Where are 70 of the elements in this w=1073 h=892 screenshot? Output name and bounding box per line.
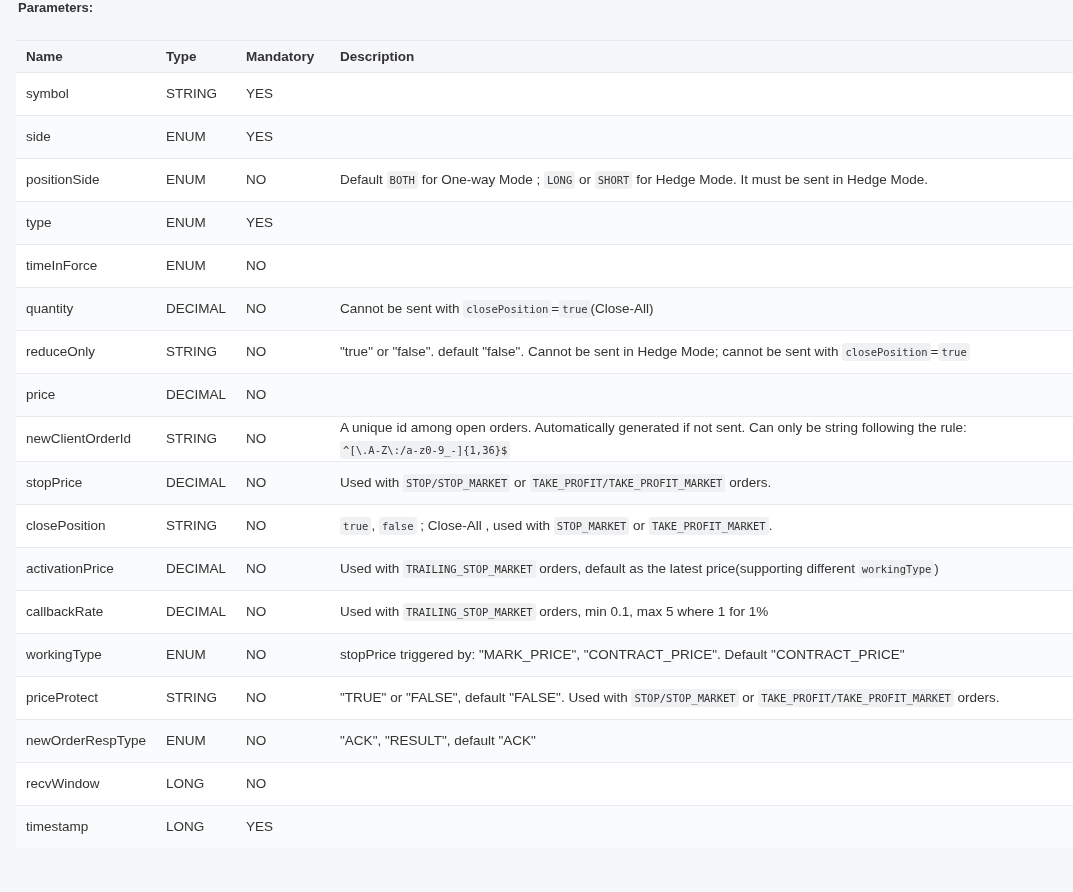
- table-cell: timeInForce: [16, 244, 157, 288]
- table-cell: DECIMAL: [156, 461, 237, 505]
- table-cell: YES: [236, 805, 331, 848]
- table-cell: newOrderRespType: [16, 719, 157, 763]
- table-cell: NO: [236, 158, 331, 202]
- table-cell: NO: [236, 287, 331, 331]
- table-cell: ENUM: [156, 201, 237, 245]
- table-cell: ENUM: [156, 244, 237, 288]
- table-cell: STRING: [156, 416, 237, 462]
- table-cell: DECIMAL: [156, 287, 237, 331]
- table-cell: side: [16, 115, 157, 159]
- table-cell: NO: [236, 719, 331, 763]
- table-cell: activationPrice: [16, 547, 157, 591]
- column-header: Description: [330, 40, 1073, 73]
- table-cell: NO: [236, 590, 331, 634]
- table-cell: DECIMAL: [156, 590, 237, 634]
- table-cell: "ACK", "RESULT", default "ACK": [330, 719, 1073, 763]
- table-cell: Used with STOP/STOP_MARKET or TAKE_PROFIT/TAKE_PROFIT_MARKET orders.: [330, 461, 1073, 505]
- table-cell: NO: [236, 461, 331, 505]
- section-heading: Parameters:: [17, 0, 95, 17]
- table-cell: newClientOrderId: [16, 416, 157, 462]
- table-cell: priceProtect: [16, 676, 157, 720]
- table-cell: ENUM: [156, 633, 237, 677]
- table-cell: NO: [236, 633, 331, 677]
- table-cell: A unique id among open orders. Automatically generated if not sent. Can only be string following the rule: ^[\.A-Z\:/a-z0-9_-]{1,36}$: [330, 416, 1073, 462]
- table-cell: YES: [236, 201, 331, 245]
- table-cell: STRING: [156, 72, 237, 116]
- table-cell: STRING: [156, 504, 237, 548]
- table-cell: timestamp: [16, 805, 157, 848]
- table-cell: stopPrice: [16, 461, 157, 505]
- table-cell: ENUM: [156, 158, 237, 202]
- table-cell: "true" or "false". default "false". Cannot be sent in Hedge Mode; cannot be sent with closePosition = true: [330, 330, 1073, 374]
- table-cell: price: [16, 373, 157, 417]
- table-cell: NO: [236, 762, 331, 806]
- table-cell: Used with TRAILING_STOP_MARKET orders, default as the latest price(supporting different workingType ): [330, 547, 1073, 591]
- table-cell: NO: [236, 504, 331, 548]
- table-cell: YES: [236, 115, 331, 159]
- table-cell: "TRUE" or "FALSE", default "FALSE". Used with STOP/STOP_MARKET or TAKE_PROFIT/TAKE_PROFIT_MARKET orders.: [330, 676, 1073, 720]
- table-cell: NO: [236, 676, 331, 720]
- column-header: Name: [16, 40, 157, 73]
- table-cell: NO: [236, 373, 331, 417]
- column-header: Type: [156, 40, 237, 73]
- table-cell: YES: [236, 72, 331, 116]
- table-cell: NO: [236, 330, 331, 374]
- table-cell: closePosition: [16, 504, 157, 548]
- table-cell: workingType: [16, 633, 157, 677]
- table-cell: NO: [236, 244, 331, 288]
- table-cell: DECIMAL: [156, 373, 237, 417]
- table-cell: NO: [236, 547, 331, 591]
- table-cell: quantity: [16, 287, 157, 331]
- table-cell: true , false ; Close-All , used with STOP_MARKET or TAKE_PROFIT_MARKET .: [330, 504, 1073, 548]
- table-cell: Used with TRAILING_STOP_MARKET orders, min 0.1, max 5 where 1 for 1%: [330, 590, 1073, 634]
- table-cell: DECIMAL: [156, 547, 237, 591]
- table-cell: LONG: [156, 762, 237, 806]
- table-cell: LONG: [156, 805, 237, 848]
- table-cell: Default BOTH for One-way Mode ; LONG or SHORT for Hedge Mode. It must be sent in Hedge Mode.: [330, 158, 1073, 202]
- table-cell: STRING: [156, 676, 237, 720]
- table-cell: symbol: [16, 72, 157, 116]
- table-cell: ENUM: [156, 115, 237, 159]
- table-cell: ENUM: [156, 719, 237, 763]
- table-cell: STRING: [156, 330, 237, 374]
- column-header: Mandatory: [236, 40, 331, 73]
- table-cell: positionSide: [16, 158, 157, 202]
- table-cell: callbackRate: [16, 590, 157, 634]
- table-cell: recvWindow: [16, 762, 157, 806]
- table-cell: NO: [236, 416, 331, 462]
- table-cell: type: [16, 201, 157, 245]
- table-cell: reduceOnly: [16, 330, 157, 374]
- table-cell: Cannot be sent with closePosition = true (Close-All): [330, 287, 1073, 331]
- table-cell: stopPrice triggered by: "MARK_PRICE", "CONTRACT_PRICE". Default "CONTRACT_PRICE": [330, 633, 1073, 677]
